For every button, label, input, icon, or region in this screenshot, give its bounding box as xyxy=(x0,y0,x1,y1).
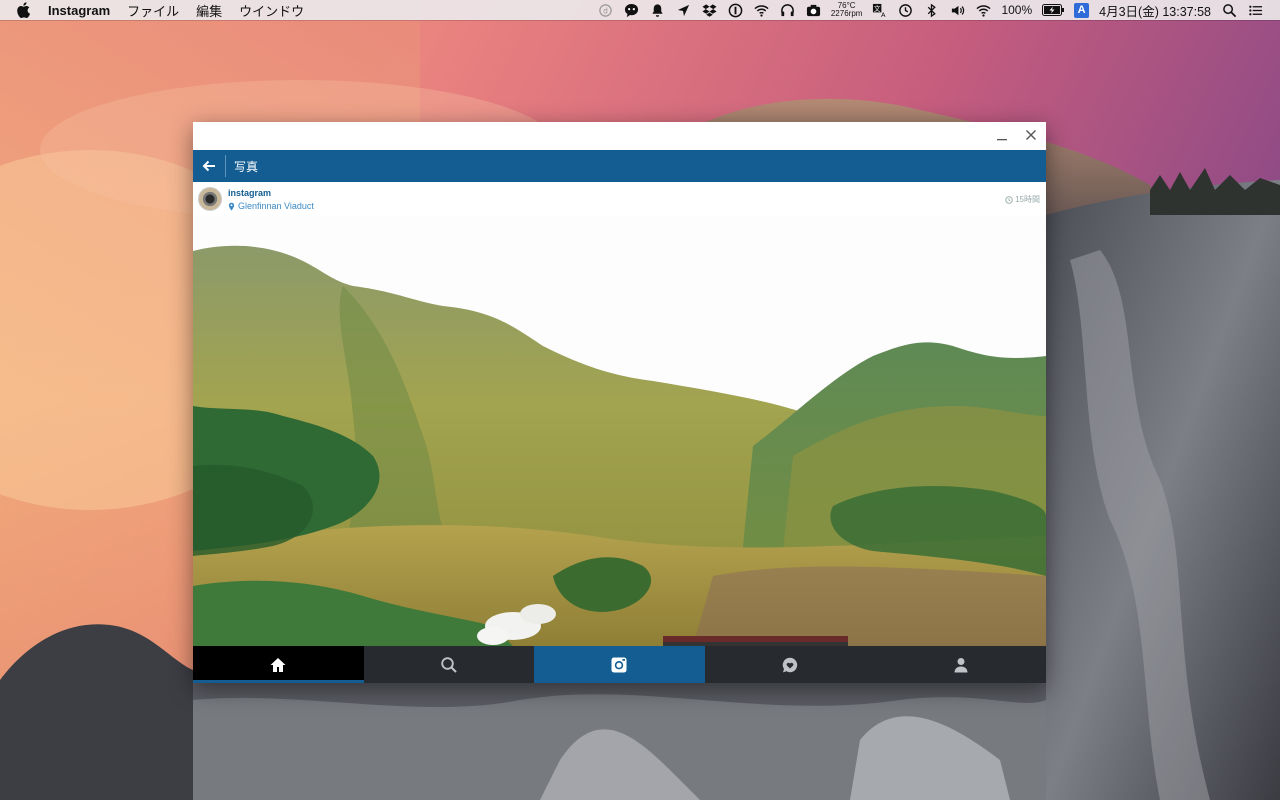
location-arrow-icon[interactable] xyxy=(676,2,692,18)
post-timestamp-label: 15時間 xyxy=(1015,195,1040,204)
fan-rpm: 2276rpm xyxy=(830,9,863,18)
home-icon xyxy=(270,657,286,672)
menubar-clock[interactable]: 4月3日(金) 13:37:58 xyxy=(1099,1,1211,20)
password-manager-icon[interactable] xyxy=(728,2,744,18)
post-timestamp: 15時間 xyxy=(1005,194,1040,205)
wifi-icon[interactable] xyxy=(975,2,991,18)
headphones-icon[interactable] xyxy=(780,2,796,18)
wifi-sync-icon[interactable] xyxy=(754,2,770,18)
tab-activity[interactable] xyxy=(705,646,876,683)
menubar: Instagram ファイル 編集 ウインドウ d 76°C 2276rpm 文A… xyxy=(0,0,1280,20)
svg-text:文: 文 xyxy=(874,3,881,12)
spotlight-search-icon[interactable] xyxy=(1221,2,1237,18)
system-monitor-readout[interactable]: 76°C 2276rpm xyxy=(831,2,863,18)
post-location-label: Glenfinnan Viaduct xyxy=(238,201,314,211)
camera-icon xyxy=(611,657,627,672)
menu-app-name[interactable]: Instagram xyxy=(48,3,110,18)
bluetooth-icon[interactable] xyxy=(923,2,939,18)
landscape-image xyxy=(193,216,1046,646)
minimize-icon[interactable] xyxy=(995,128,1009,142)
location-pin-icon xyxy=(228,202,235,210)
menu-edit[interactable]: 編集 xyxy=(196,1,222,20)
activity-icon xyxy=(782,657,798,672)
bottom-tab-bar xyxy=(193,646,1046,683)
notification-bell-icon[interactable] xyxy=(650,2,666,18)
profile-icon xyxy=(954,657,968,672)
svg-text:d: d xyxy=(603,6,608,15)
tab-camera[interactable] xyxy=(534,646,705,683)
chat-status-icon[interactable] xyxy=(624,2,640,18)
page-title: 写真 xyxy=(234,159,259,174)
post-photo[interactable] xyxy=(193,216,1046,646)
nav-divider xyxy=(225,155,226,177)
back-button[interactable] xyxy=(193,150,225,182)
back-arrow-icon xyxy=(202,160,215,172)
battery-charging-icon[interactable] xyxy=(1042,2,1065,18)
menu-file[interactable]: ファイル xyxy=(127,1,179,20)
dash-status-icon[interactable]: d xyxy=(598,2,614,18)
close-icon[interactable] xyxy=(1024,128,1038,142)
input-method-indicator[interactable]: A xyxy=(1074,2,1090,18)
notification-center-icon[interactable] xyxy=(1247,2,1263,18)
post-username[interactable]: instagram xyxy=(228,188,271,198)
search-icon xyxy=(441,656,457,673)
camera-status-icon[interactable] xyxy=(806,2,822,18)
window-titlebar[interactable] xyxy=(193,122,1046,150)
dropbox-icon[interactable] xyxy=(702,2,718,18)
translate-icon[interactable]: 文A xyxy=(871,2,887,18)
tab-profile[interactable] xyxy=(875,646,1046,683)
tab-search[interactable] xyxy=(364,646,535,683)
instagram-window: 写真 instagram Glenfinnan Viaduct 15時間 xyxy=(193,122,1046,683)
apple-menu-icon[interactable] xyxy=(16,2,30,18)
time-machine-icon[interactable] xyxy=(897,2,913,18)
post-location[interactable]: Glenfinnan Viaduct xyxy=(228,201,314,211)
avatar[interactable] xyxy=(198,187,222,211)
navigation-bar: 写真 xyxy=(193,150,1046,182)
menu-window[interactable]: ウインドウ xyxy=(239,1,304,20)
volume-icon[interactable] xyxy=(949,2,965,18)
battery-percentage[interactable]: 100% xyxy=(1001,3,1032,17)
post-header: instagram Glenfinnan Viaduct 15時間 xyxy=(193,182,1046,216)
tab-home[interactable] xyxy=(193,646,364,683)
clock-icon xyxy=(1005,195,1013,204)
svg-text:A: A xyxy=(881,11,886,18)
